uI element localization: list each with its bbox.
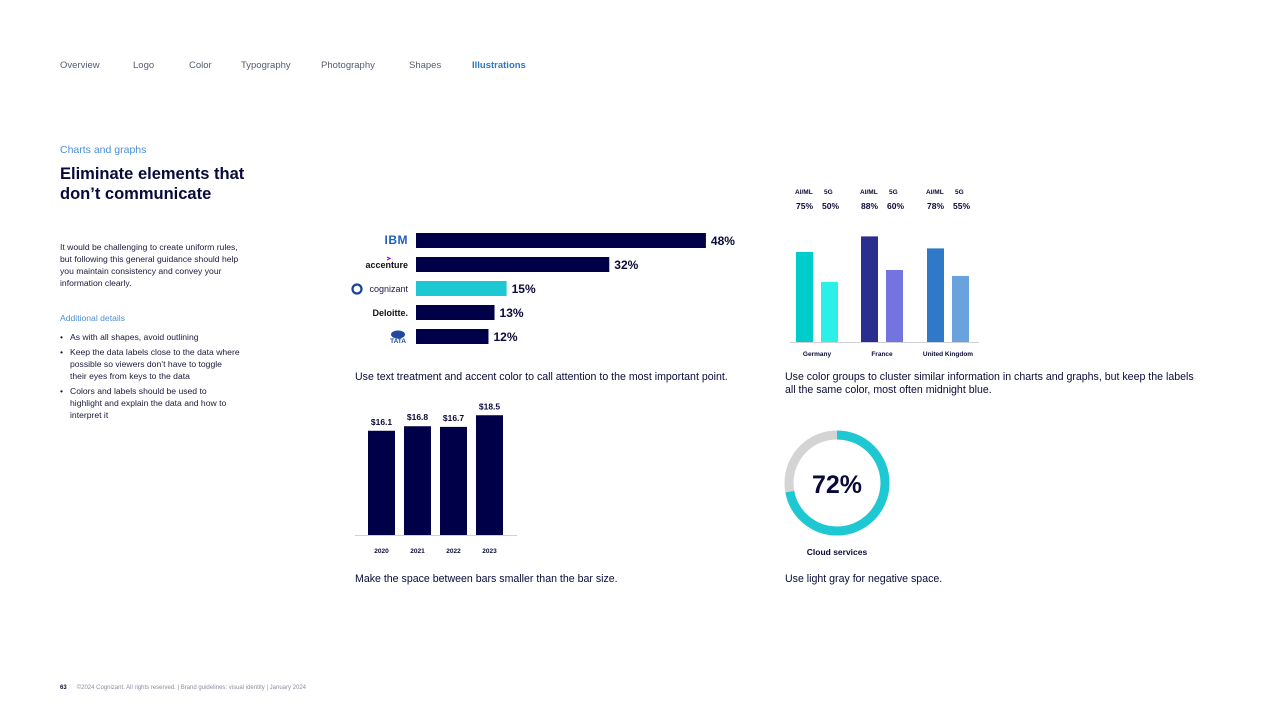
category-label: France bbox=[871, 351, 893, 358]
accenture-logo-text: accenture bbox=[365, 260, 408, 270]
list-item: Keep the data labels close to the data w… bbox=[60, 346, 240, 382]
bar-value-label: $16.1 bbox=[371, 417, 393, 427]
nav-illustrations[interactable]: Illustrations bbox=[472, 60, 526, 71]
hbar-chart: 48% 32% 15% 13% 12% IBM accenture cognizant Del… bbox=[351, 233, 735, 345]
category-label: Germany bbox=[803, 351, 832, 358]
nav-color[interactable]: Color bbox=[189, 60, 212, 71]
category-label: United Kingdom bbox=[923, 351, 973, 358]
donut-center-label: 72% bbox=[812, 471, 862, 499]
bar-value-label: 50% bbox=[822, 201, 839, 211]
series-label: 5G bbox=[955, 189, 964, 196]
category-label: 2021 bbox=[410, 548, 425, 555]
bar bbox=[416, 233, 706, 248]
bar-value-label: 48% bbox=[711, 234, 735, 248]
donut-caption: Use light gray for negative space. bbox=[785, 573, 943, 585]
cognizant-logo-text: cognizant bbox=[369, 284, 408, 294]
list-item: As with all shapes, avoid outlining bbox=[60, 331, 240, 343]
bar bbox=[821, 282, 838, 342]
list-item: Colors and labels should be used to high… bbox=[60, 385, 240, 421]
donut-label: Cloud services bbox=[807, 547, 868, 557]
bar bbox=[796, 252, 813, 342]
section-eyebrow: Charts and graphs bbox=[60, 144, 147, 156]
deloitte-logo-text: Deloitte. bbox=[372, 308, 408, 318]
series-label: AI/ML bbox=[860, 189, 878, 196]
bar-value-label: 78% bbox=[927, 201, 944, 211]
tata-mark-icon bbox=[391, 330, 405, 339]
nav-typography[interactable]: Typography bbox=[241, 60, 291, 71]
details-list: As with all shapes, avoid outlining Keep… bbox=[60, 331, 240, 424]
intro-paragraph: It would be challenging to create unifor… bbox=[60, 242, 239, 289]
nav-photography[interactable]: Photography bbox=[321, 60, 375, 71]
nav-overview[interactable]: Overview bbox=[60, 60, 100, 71]
bar bbox=[368, 430, 395, 535]
bar-value-label: 55% bbox=[953, 201, 970, 211]
bar bbox=[476, 415, 503, 535]
hbar-caption: Use text treatment and accent color to c… bbox=[355, 371, 728, 383]
series-label: AI/ML bbox=[795, 189, 813, 196]
nav-shapes[interactable]: Shapes bbox=[409, 60, 441, 71]
tata-logo-text: TATA bbox=[390, 338, 406, 345]
bar-value-label: 75% bbox=[796, 201, 813, 211]
series-label: 5G bbox=[889, 189, 898, 196]
bar-value-label: 60% bbox=[887, 201, 904, 211]
category-label: 2023 bbox=[482, 548, 497, 555]
bar-value-label: 13% bbox=[500, 306, 524, 320]
ibm-logo-text: IBM bbox=[385, 233, 409, 247]
page-title: Eliminate elements that don’t communicat… bbox=[60, 165, 245, 203]
grouped-caption: Use color groups to cluster similar info… bbox=[785, 371, 1194, 396]
donut-chart: 72% Cloud services bbox=[784, 430, 890, 557]
category-label: 2022 bbox=[446, 548, 461, 555]
details-label: Additional details bbox=[60, 313, 125, 323]
bar-value-label: 15% bbox=[512, 282, 536, 296]
bar bbox=[927, 248, 944, 342]
bar-value-label: 32% bbox=[614, 258, 638, 272]
bar-value-label: $16.7 bbox=[443, 413, 465, 423]
grouped-bar-chart: AI/ML 75% 5G 50% Germany AI/ML 88% 5G 60% France A… bbox=[790, 189, 979, 358]
vbar-chart: $16.1 2020 $16.8 2021 $16.7 2022 $18.5 2023 bbox=[355, 402, 517, 555]
series-label: AI/ML bbox=[926, 189, 944, 196]
bar-value-label: $18.5 bbox=[479, 402, 501, 411]
bar bbox=[404, 426, 431, 535]
nav-logo[interactable]: Logo bbox=[133, 60, 154, 71]
bar bbox=[416, 329, 489, 344]
page-number: 63 bbox=[60, 685, 67, 691]
bar bbox=[416, 305, 495, 320]
bar bbox=[886, 270, 903, 342]
cognizant-mark-icon bbox=[351, 283, 363, 295]
vbar-caption: Make the space between bars smaller than… bbox=[355, 573, 618, 585]
bar bbox=[952, 276, 969, 342]
bar bbox=[416, 257, 610, 272]
bar bbox=[416, 281, 507, 296]
category-label: 2020 bbox=[374, 548, 389, 555]
footer: 63 ©2024 Cognizant. All rights reserved. … bbox=[60, 685, 306, 691]
series-label: 5G bbox=[824, 189, 833, 196]
bar-value-label: $16.8 bbox=[407, 412, 429, 422]
footer-text: ©2024 Cognizant. All rights reserved. | … bbox=[76, 685, 307, 691]
bar bbox=[861, 236, 878, 342]
bar-value-label: 88% bbox=[861, 201, 878, 211]
bar-value-label: 12% bbox=[493, 330, 517, 344]
bar bbox=[440, 426, 467, 535]
